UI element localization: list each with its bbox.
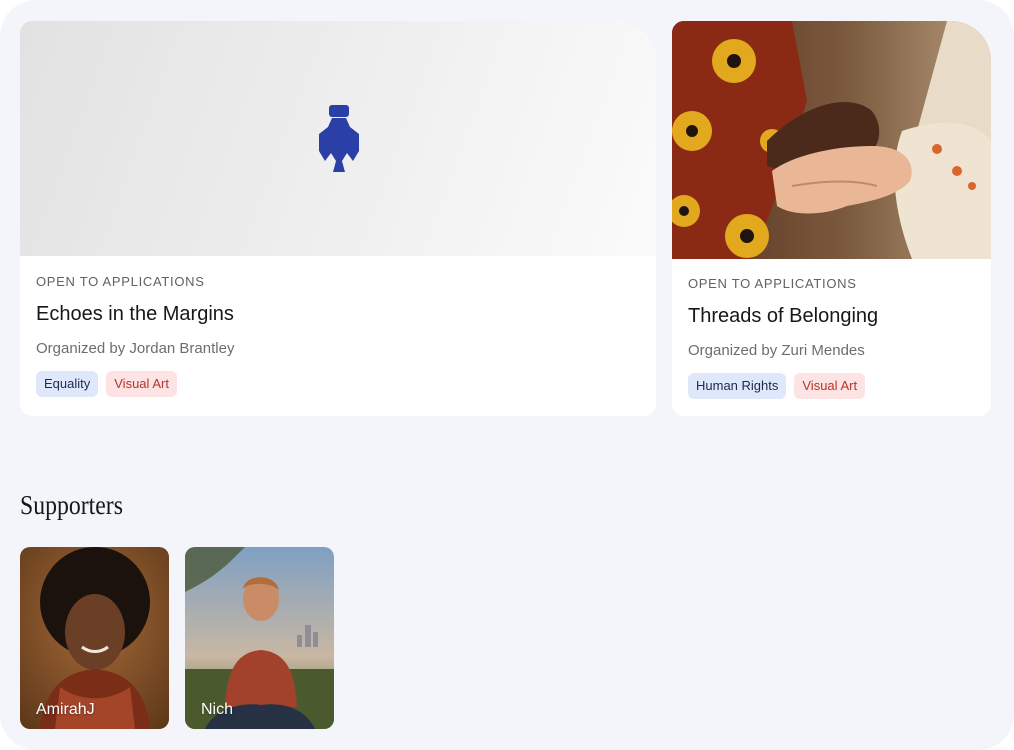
tag-list: Equality Visual Art: [36, 371, 640, 397]
card-organizer: Organized by Jordan Brantley: [36, 340, 235, 357]
supporter-name: AmirahJ: [36, 701, 95, 718]
tag-human-rights[interactable]: Human Rights: [688, 373, 787, 399]
card-status: OPEN TO APPLICATIONS: [688, 276, 857, 291]
card-title[interactable]: Threads of Belonging: [688, 305, 975, 328]
supporter-card-amirahj[interactable]: AmirahJ: [20, 547, 169, 729]
tag-equality[interactable]: Equality: [36, 371, 99, 397]
holding-hands-photo: [672, 21, 991, 259]
tag-list: Human Rights Visual Art: [688, 373, 975, 399]
card-status: OPEN TO APPLICATIONS: [36, 274, 205, 289]
campaign-card-threads[interactable]: OPEN TO APPLICATIONS Threads of Belongin…: [672, 21, 991, 416]
card-title[interactable]: Echoes in the Margins: [36, 303, 640, 326]
campaign-card-media: [20, 21, 656, 256]
supporter-card-nich[interactable]: Nich: [185, 547, 334, 729]
tag-visual-art[interactable]: Visual Art: [794, 373, 866, 399]
supporter-name: Nich: [201, 701, 234, 718]
campaign-card-echoes[interactable]: OPEN TO APPLICATIONS Echoes in the Margi…: [20, 21, 656, 416]
page-frame: OPEN TO APPLICATIONS Echoes in the Margi…: [0, 0, 1014, 750]
tag-visual-art[interactable]: Visual Art: [106, 371, 177, 397]
bird-logo-icon: [319, 105, 359, 172]
card-organizer: Organized by Zuri Mendes: [688, 342, 865, 359]
supporters-heading: Supporters: [20, 490, 123, 520]
